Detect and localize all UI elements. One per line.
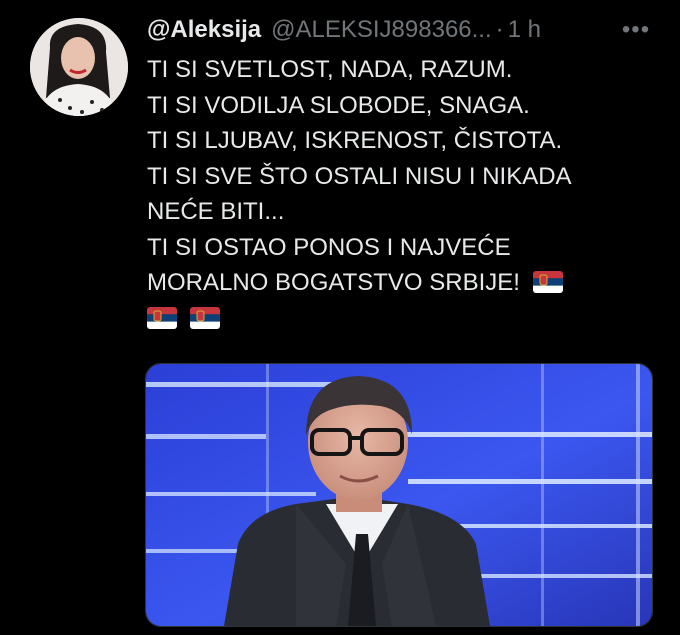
tweet-line: TI SI LJUBAV, ISKRENOST, ČISTOTA. bbox=[147, 127, 563, 154]
tweet-line: TI SI SVETLOST, NADA, RAZUM. bbox=[147, 56, 513, 83]
tweet-header: @Aleksija @ALEKSIJ898366... · 1 h ••• bbox=[147, 14, 660, 46]
serbian-flag-icon bbox=[190, 306, 221, 329]
user-handle[interactable]: @ALEKSIJ898366... bbox=[271, 16, 492, 44]
avatar[interactable] bbox=[30, 18, 128, 116]
tweet-line-text: MORALNO BOGATSTVO SRBIJE! bbox=[147, 269, 520, 296]
serbian-flag-icon bbox=[533, 271, 564, 293]
tweet-line: NEĆE BITI... bbox=[147, 198, 285, 225]
tweet-line-flags bbox=[147, 301, 667, 337]
more-dots-icon[interactable]: ••• bbox=[618, 14, 654, 46]
tweet-line: TI SI VODILJA SLOBODE, SNAGA. bbox=[147, 91, 530, 119]
separator-dot: · bbox=[495, 16, 504, 43]
tweet-line: TI SI OSTAO PONOS I NAJVEĆE bbox=[147, 233, 511, 261]
media-photo bbox=[146, 364, 652, 626]
tweet-line: TI SI SVE ŠTO OSTALI NISU I NIKADA bbox=[147, 162, 572, 190]
display-name[interactable]: @Aleksija bbox=[147, 16, 261, 44]
serbian-flag-icon bbox=[147, 306, 177, 329]
tweet[interactable]: @Aleksija @ALEKSIJ898366... · 1 h ••• TI… bbox=[0, 0, 680, 635]
tweet-text: TI SI SVETLOST, NADA, RAZUM. TI SI VODIL… bbox=[147, 52, 667, 336]
tweet-media-image[interactable] bbox=[145, 363, 653, 627]
tweet-line-flag: MORALNO BOGATSTVO SRBIJE! bbox=[147, 265, 667, 301]
timestamp[interactable]: 1 h bbox=[508, 16, 541, 44]
avatar-photo bbox=[30, 18, 128, 116]
